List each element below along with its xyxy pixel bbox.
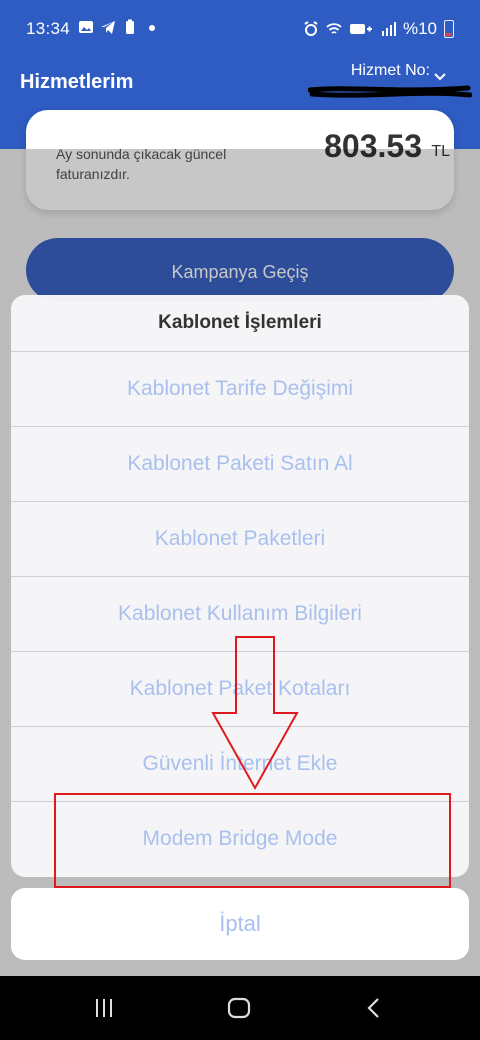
recent-apps-icon[interactable]: [92, 996, 116, 1020]
hd-volte-icon: [349, 24, 372, 34]
option-buy-package[interactable]: Kablonet Paketi Satın Al: [11, 427, 469, 502]
option-package-quotas[interactable]: Kablonet Paket Kotaları: [11, 652, 469, 727]
cancel-button[interactable]: İptal: [11, 888, 469, 960]
status-time: 13:34: [26, 19, 71, 38]
option-tariff-change[interactable]: Kablonet Tarife Değişimi: [11, 352, 469, 427]
chevron-down-icon[interactable]: [434, 72, 446, 82]
battery-icon: [444, 20, 454, 38]
option-usage-info[interactable]: Kablonet Kullanım Bilgileri: [11, 577, 469, 652]
status-bar: 13:34 %10: [0, 0, 480, 58]
alarm-icon: [304, 21, 318, 36]
telegram-icon: [101, 21, 115, 34]
redacted-service-number: [308, 85, 472, 98]
option-safe-internet[interactable]: Güvenli İnternet Ekle: [11, 727, 469, 802]
signal-icon: [381, 22, 396, 36]
option-modem-bridge-mode[interactable]: Modem Bridge Mode: [11, 802, 469, 876]
status-right-icons: %10: [303, 19, 454, 39]
dot-icon: [149, 25, 155, 31]
battery-saver-icon: [126, 19, 134, 34]
page-title: Hizmetlerim: [20, 71, 134, 93]
home-icon[interactable]: [227, 996, 251, 1020]
battery-percent: %10: [402, 19, 437, 38]
service-number-label[interactable]: Hizmet No:: [351, 62, 430, 80]
sheet-title: Kablonet İşlemleri: [11, 295, 469, 352]
status-left-icons: [78, 19, 160, 35]
system-nav-bar: [0, 976, 480, 1040]
gallery-icon: [79, 21, 93, 33]
action-sheet: Kablonet İşlemleri Kablonet Tarife Değiş…: [11, 295, 469, 877]
option-packages[interactable]: Kablonet Paketleri: [11, 502, 469, 577]
wifi-icon: [326, 23, 342, 34]
back-icon[interactable]: [362, 996, 386, 1020]
